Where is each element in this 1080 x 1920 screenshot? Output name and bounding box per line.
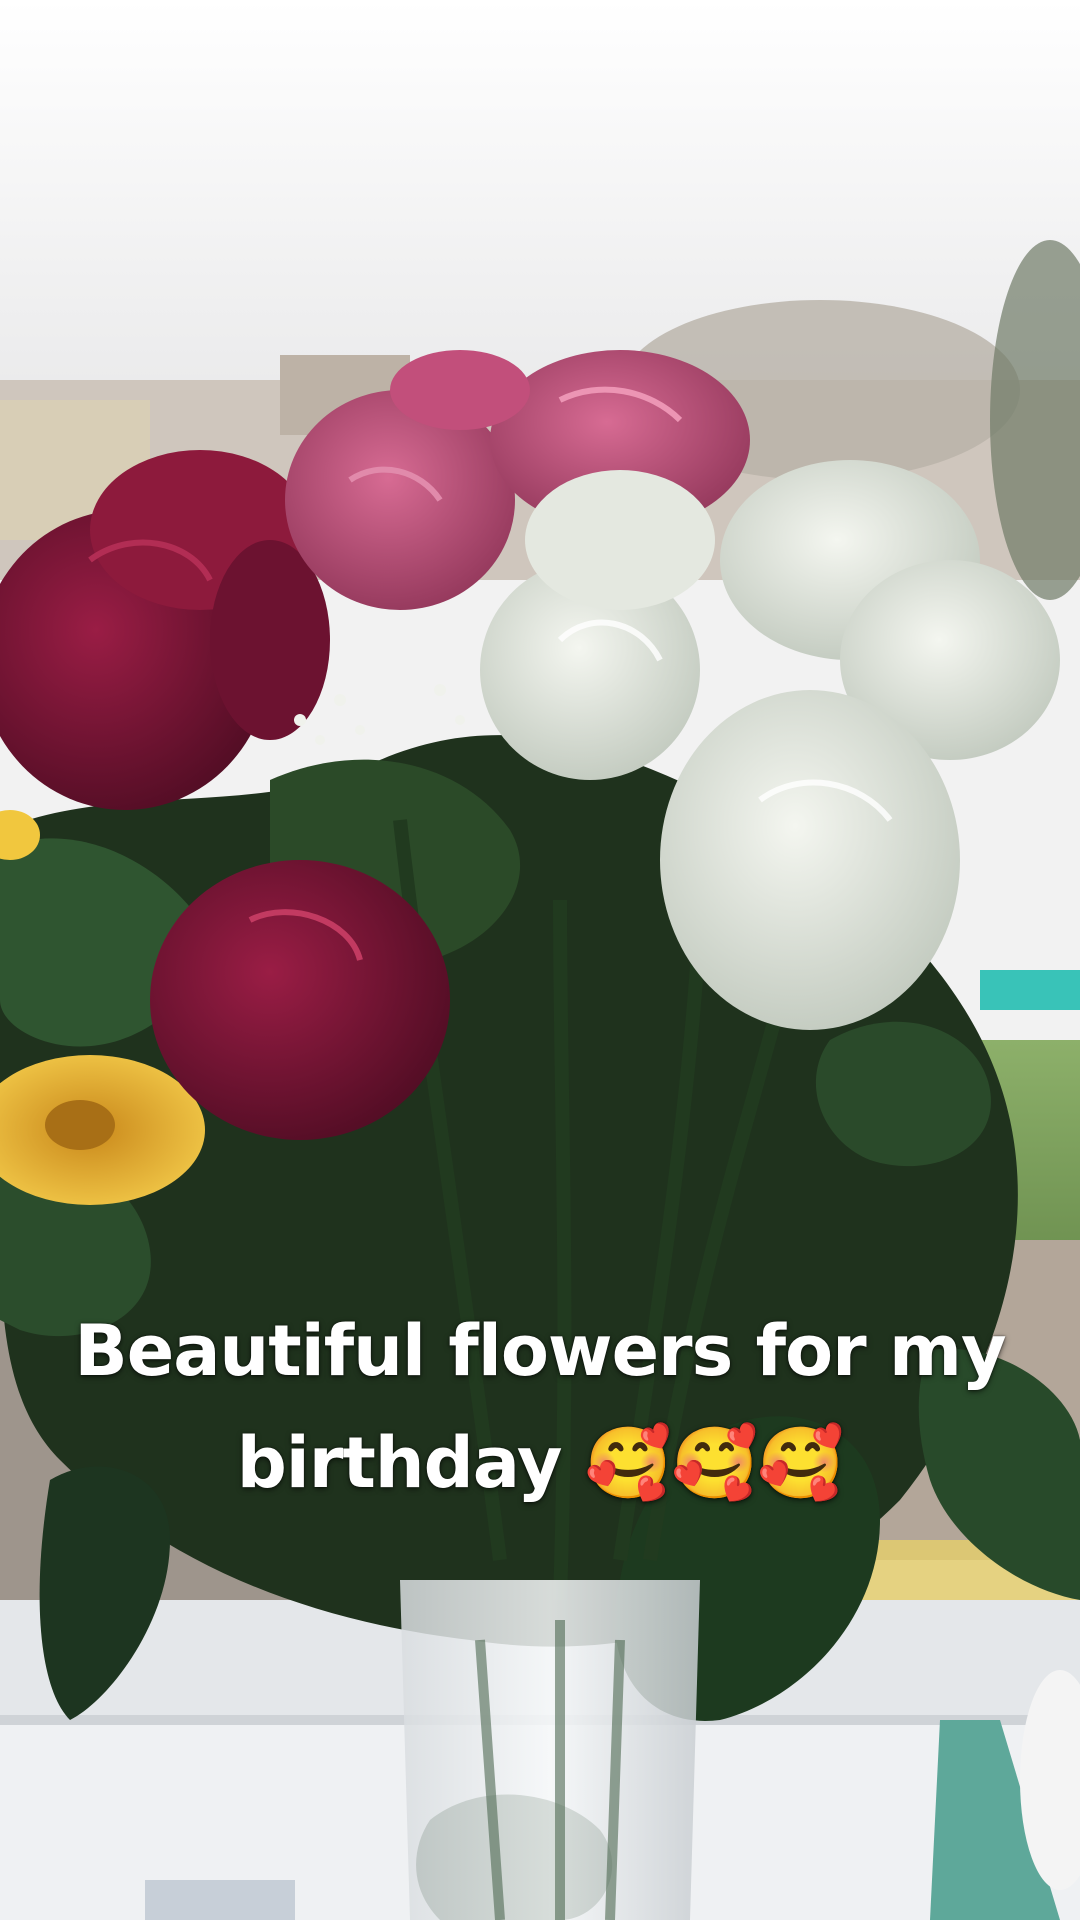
sill-label	[145, 1880, 295, 1920]
caption-line-1: Beautiful flowers for my	[74, 1310, 1006, 1392]
caption-overlay: Beautiful flowers for my birthday 🥰🥰🥰	[60, 1295, 1020, 1519]
photo-scene	[0, 0, 1080, 1920]
teal-rail	[980, 970, 1080, 1010]
glass-vase	[400, 1580, 700, 1920]
caption-line-2: birthday 🥰🥰🥰	[236, 1422, 845, 1504]
